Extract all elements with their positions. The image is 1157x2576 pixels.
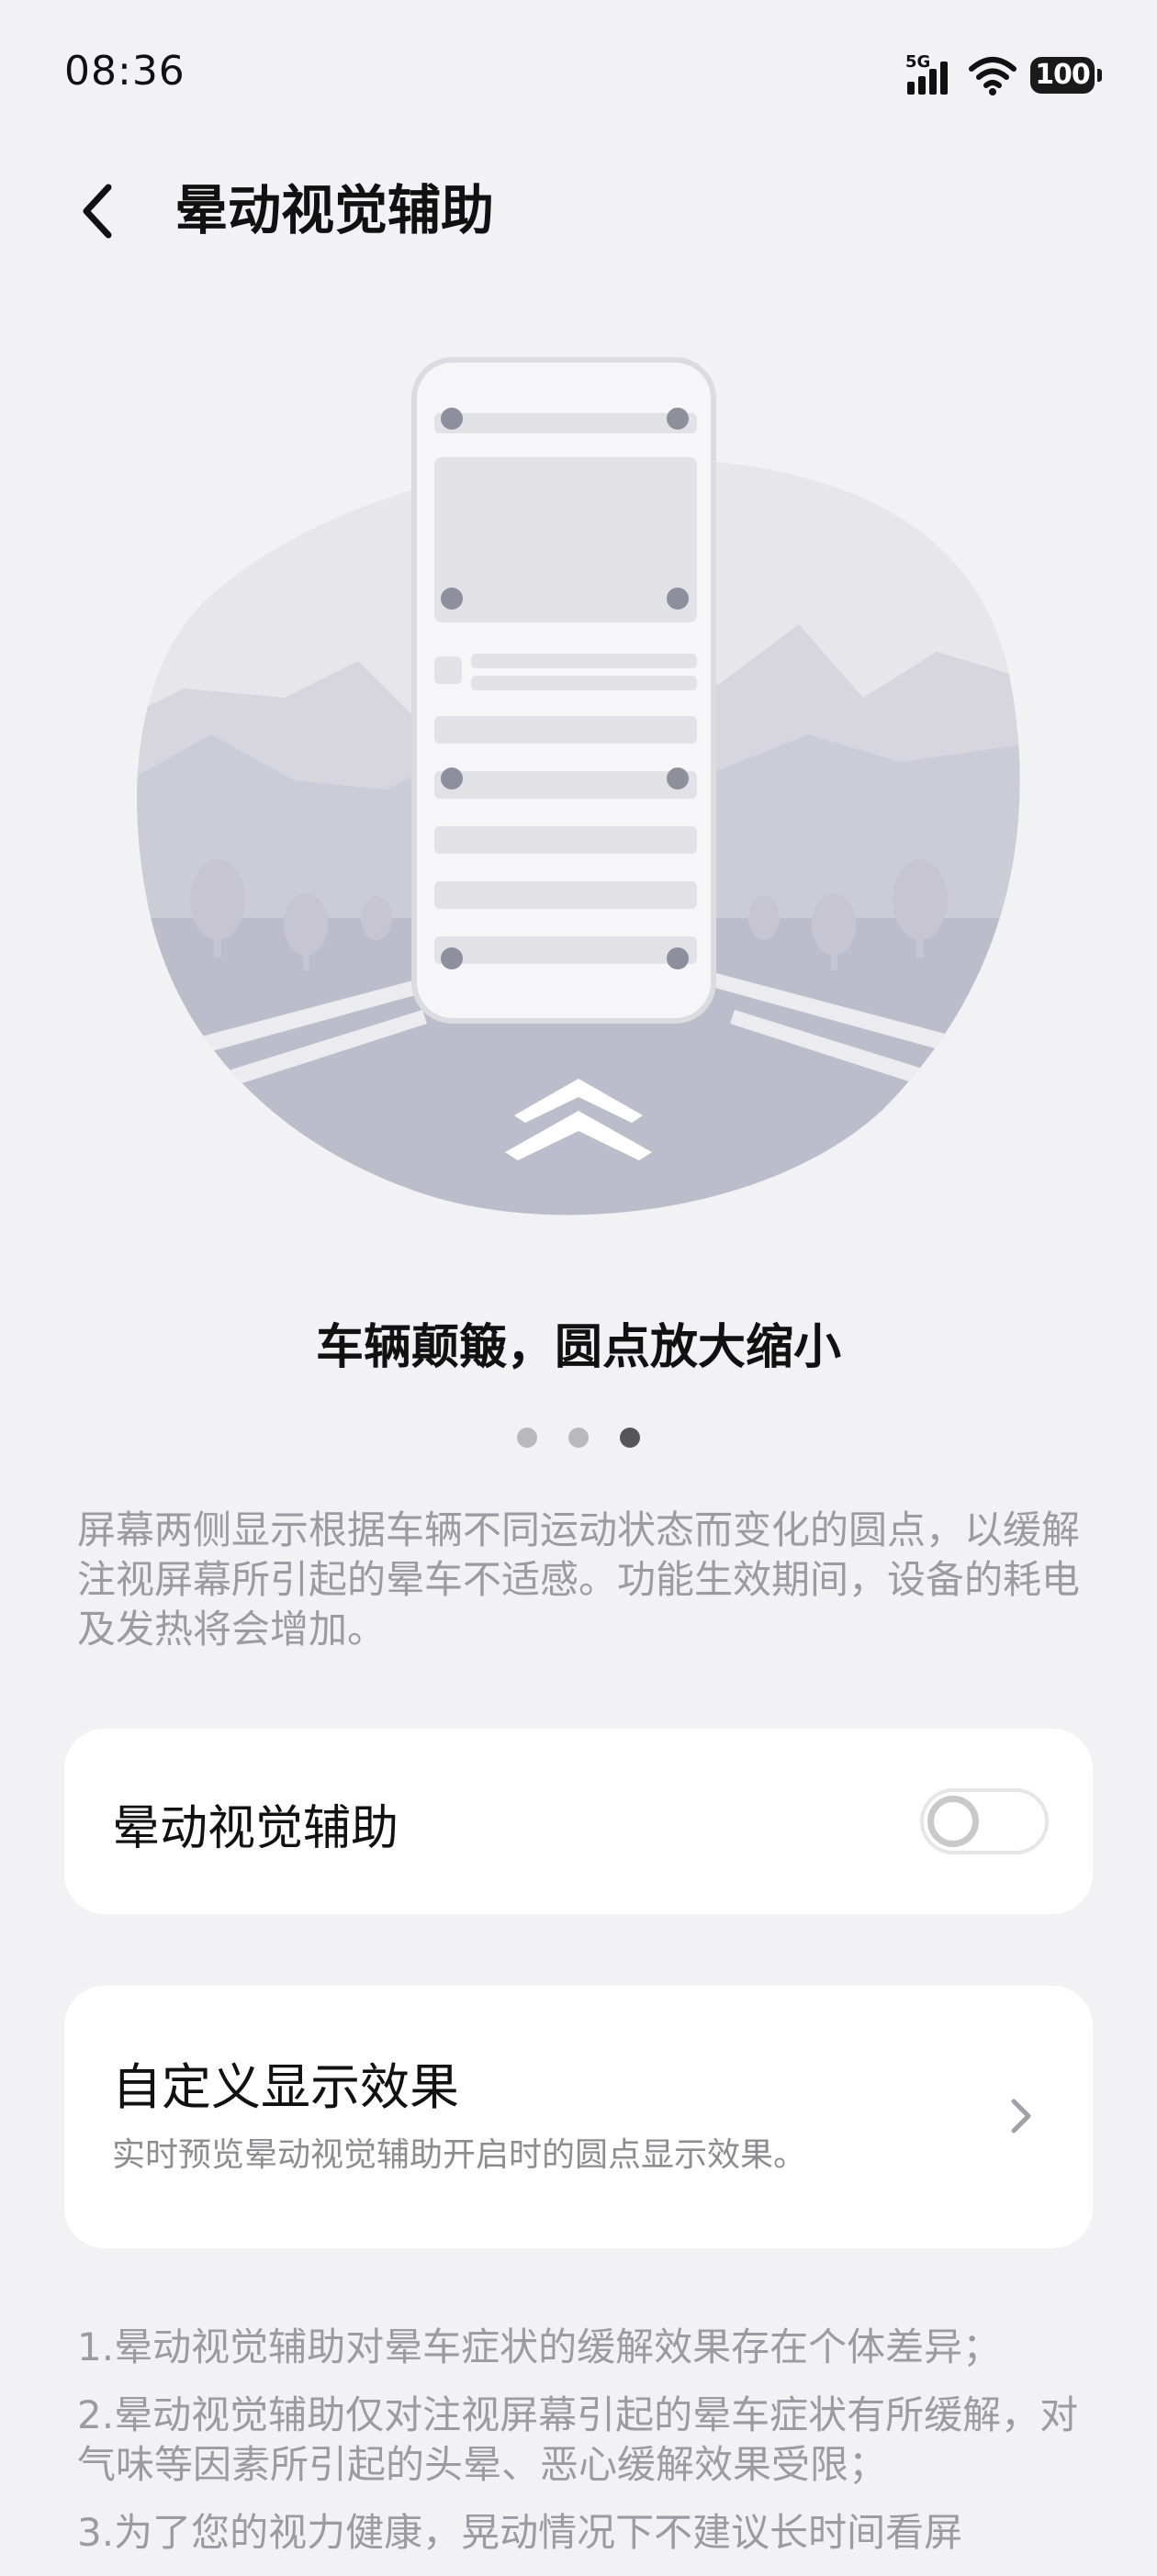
top-app-bar: 晕动视觉辅助 [0,156,1157,266]
custom-display-title: 自定义显示效果 [112,2058,459,2116]
status-time: 08:36 [64,48,185,95]
wifi-icon [968,54,1017,96]
notes-list: 1.晕动视觉辅助对晕车症状的缓解效果存在个体差异； 2.晕动视觉辅助仅对注视屏幕… [77,2323,1096,2576]
motion-assist-switch[interactable] [920,1788,1049,1854]
switch-knob [927,1796,979,1847]
pager-dot-3[interactable] [620,1428,640,1448]
status-icons: 5G 100 [905,52,1102,97]
custom-display-card[interactable]: 自定义显示效果 实时预览晕动视觉辅助开启时的圆点显示效果。 [64,1986,1093,2248]
signal-icon: 5G [905,52,955,96]
feature-description: 屏幕两侧显示根据车辆不同运动状态而变化的圆点，以缓解注视屏幕所引起的晕车不适感。… [77,1507,1081,1652]
note-item: 3.为了您的视力健康，晃动情况下不建议长时间看屏 [77,2510,963,2555]
pager-dot-2[interactable] [568,1428,589,1448]
pager-dot-1[interactable] [517,1428,537,1448]
status-bar: 08:36 5G 100 [0,0,1157,156]
motion-illustration [129,349,1028,1230]
chevron-right-icon [1011,2099,1031,2134]
page-title: 晕动视觉辅助 [174,179,495,241]
note-item: 1.晕动视觉辅助对晕车症状的缓解效果存在个体差异； [77,2324,1002,2369]
back-button[interactable] [62,176,132,246]
battery-icon: 100 [1030,57,1102,94]
toggle-label: 晕动视觉辅助 [112,1801,399,1856]
motion-assist-toggle-card[interactable]: 晕动视觉辅助 [64,1729,1093,1914]
custom-display-subtitle: 实时预览晕动视觉辅助开启时的圆点显示效果。 [112,2136,807,2174]
back-arrow-icon [83,184,112,239]
note-item: 2.晕动视觉辅助仅对注视屏幕引起的晕车症状有所缓解，对气味等因素所引起的头晕、恶… [77,2392,1079,2487]
carousel-title: 车辆颠簸，圆点放大缩小 [315,1320,841,1375]
carousel-pager[interactable] [0,1428,1157,1448]
